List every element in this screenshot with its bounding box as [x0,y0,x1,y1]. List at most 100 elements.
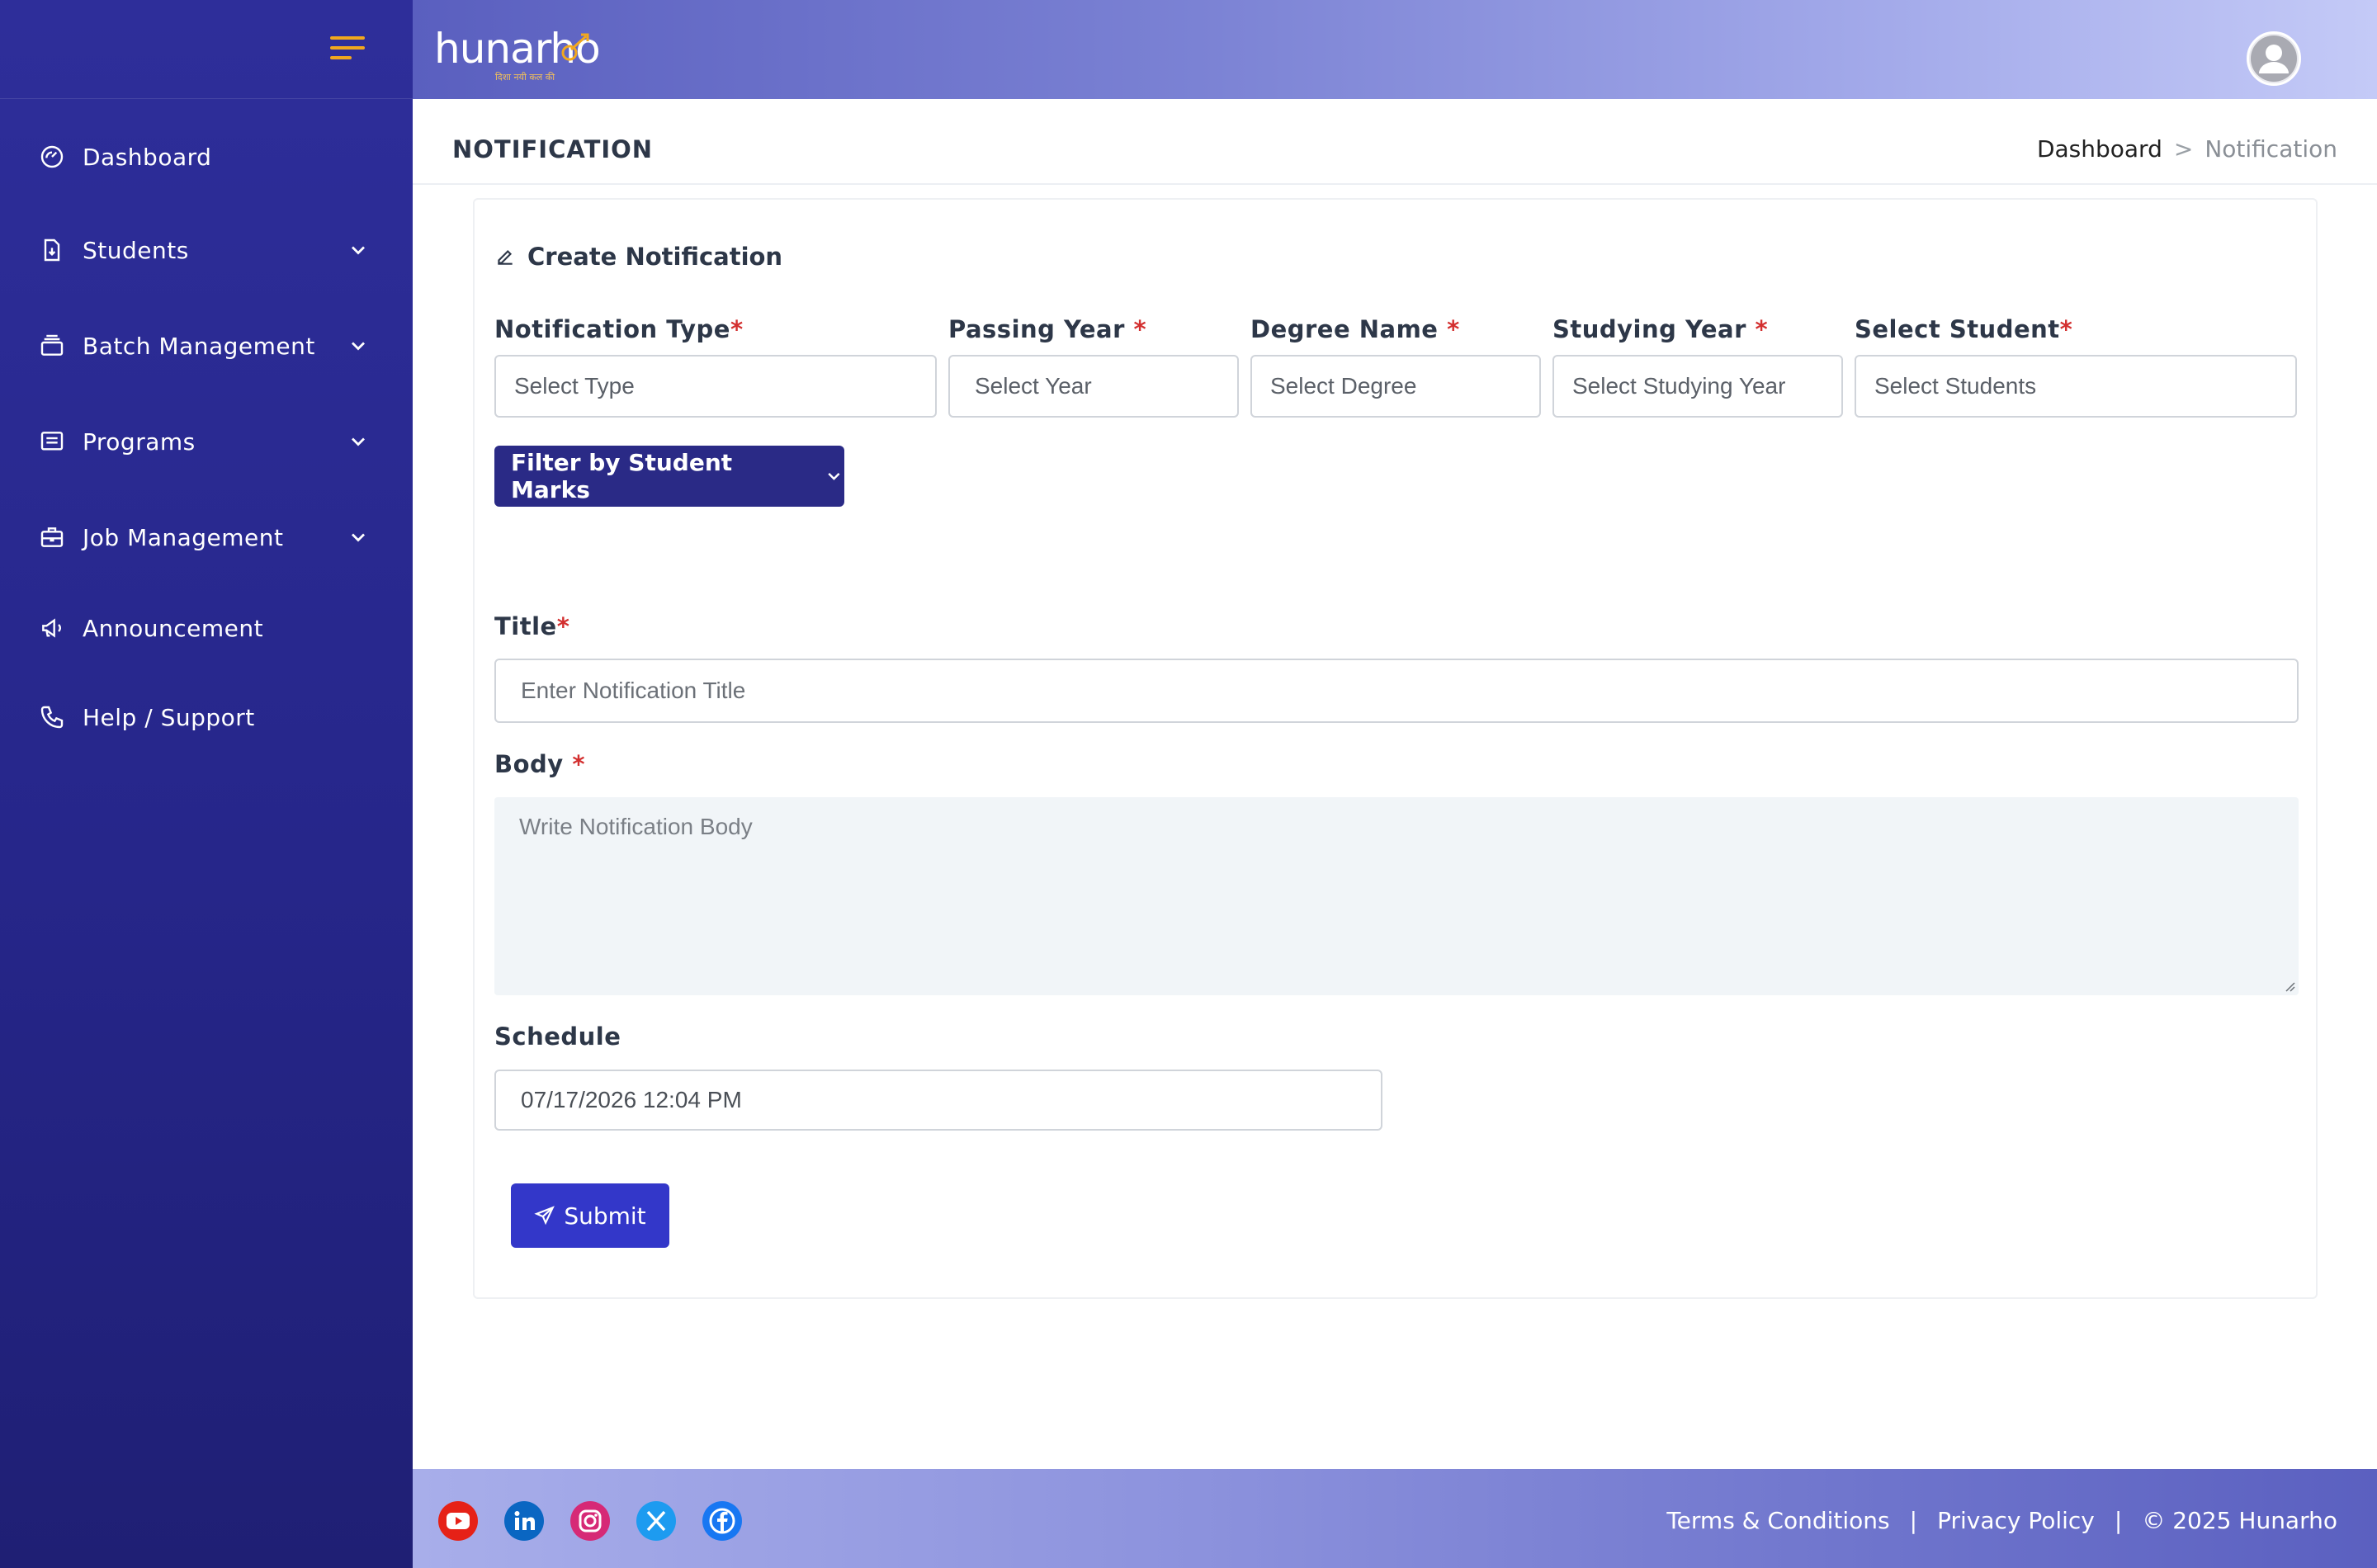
footer: Terms & Conditions | Privacy Policy | © … [413,1469,2377,1568]
user-icon [2251,35,2297,82]
chevron-down-icon [828,473,840,480]
x-icon[interactable] [636,1500,677,1542]
sidebar-header [0,0,413,99]
facebook-icon[interactable] [702,1500,743,1542]
sidebar-item-label: Programs [83,427,196,456]
logo-mark-icon [561,33,589,61]
required-mark: * [1133,315,1147,343]
select-placeholder: Select Studying Year [1572,373,1786,399]
degree-name-select[interactable]: Select Degree [1250,355,1541,418]
footer-links: Terms & Conditions | Privacy Policy | © … [1666,1507,2337,1534]
copyright-text: © 2025 Hunarho [2142,1507,2337,1534]
terms-link[interactable]: Terms & Conditions [1666,1507,1889,1534]
card-title: Create Notification [494,243,782,271]
sidebar-item-help-support[interactable]: Help / Support [0,680,413,754]
breadcrumb-current: Notification [2205,135,2337,163]
briefcase-icon [38,523,66,551]
submit-button-label: Submit [564,1202,646,1230]
filter-by-marks-button[interactable]: Filter by Student Marks [494,446,844,507]
required-mark: * [2059,315,2073,343]
required-mark: * [556,612,570,640]
required-mark: * [572,750,585,778]
card-title-text: Create Notification [527,243,783,271]
resize-handle-icon[interactable] [2282,979,2295,992]
send-icon [534,1206,555,1226]
studying-year-label: Studying Year * [1552,315,1768,343]
privacy-link[interactable]: Privacy Policy [1937,1507,2095,1534]
sidebar-item-programs[interactable]: Programs [0,404,413,479]
breadcrumb-separator: > [2173,135,2194,163]
passing-year-select[interactable]: Select Year [948,355,1239,418]
phone-icon [38,703,66,731]
sidebar-item-label: Students [83,236,189,264]
input-placeholder: Enter Notification Title [521,678,746,703]
title-input[interactable]: Enter Notification Title [494,659,2299,723]
sidebar-item-label: Batch Management [83,332,315,360]
body-textarea[interactable]: Write Notification Body [494,797,2299,995]
top-header: hunarho दिशा नयी कल की [413,0,2377,99]
linkedin-icon[interactable] [503,1500,545,1542]
select-student-label: Select Student* [1855,315,2072,343]
youtube-icon[interactable] [437,1500,479,1542]
schedule-datetime-input[interactable]: 07/17/2026 12:04 PM [494,1070,1382,1131]
chevron-down-icon [347,526,370,549]
label-text: Title [494,612,557,640]
user-avatar[interactable] [2247,31,2301,86]
required-mark: * [730,315,744,343]
file-download-icon [38,236,66,264]
gauge-icon [38,143,66,171]
select-placeholder: Select Students [1874,373,2037,399]
layers-icon [38,332,66,360]
label-text: Body [494,750,564,778]
sidebar-item-job-management[interactable]: Job Management [0,500,413,574]
select-placeholder: Select Degree [1270,373,1417,399]
breadcrumb-home-link[interactable]: Dashboard [2037,135,2162,163]
edit-pencil-icon [498,249,513,265]
degree-name-label: Degree Name * [1250,315,1460,343]
required-mark: * [1447,315,1460,343]
sidebar-item-dashboard[interactable]: Dashboard [0,120,413,194]
sidebar: Dashboard Students Batch Management Prog… [0,0,413,1568]
instagram-icon[interactable] [569,1500,611,1542]
label-text: Studying Year [1552,315,1746,343]
chevron-down-icon [347,239,370,262]
app-logo[interactable]: hunarho दिशा नयी कल की [434,25,601,83]
select-placeholder: Select Type [514,373,635,399]
label-text: Notification Type [494,315,730,343]
passing-year-label: Passing Year * [948,315,1146,343]
sidebar-item-label: Dashboard [83,143,212,171]
page-title-bar: NOTIFICATION Dashboard > Notification [413,99,2377,185]
select-student-select[interactable]: Select Students [1855,355,2297,418]
submit-button[interactable]: Submit [511,1183,669,1248]
social-links [437,1500,743,1542]
studying-year-select[interactable]: Select Studying Year [1552,355,1843,418]
notification-form-card: Create Notification Notification Type* S… [473,198,2318,1299]
page-title: NOTIFICATION [452,135,654,163]
textarea-placeholder: Write Notification Body [519,814,753,839]
filter-button-label: Filter by Student Marks [511,449,733,503]
notification-type-label: Notification Type* [494,315,744,343]
notification-type-select[interactable]: Select Type [494,355,937,418]
sidebar-item-students[interactable]: Students [0,213,413,287]
logo-tagline: दिशा नयी कल की [495,72,555,83]
sidebar-item-label: Announcement [83,614,264,642]
title-label: Title* [494,612,569,640]
megaphone-icon [38,614,66,642]
required-mark: * [1755,315,1769,343]
body-label: Body * [494,750,585,778]
schedule-label: Schedule [494,1023,621,1051]
label-text: Degree Name [1250,315,1439,343]
chevron-down-icon [347,334,370,357]
label-text: Passing Year [948,315,1125,343]
sidebar-item-label: Help / Support [83,703,255,731]
select-placeholder: Select Year [975,373,1092,399]
label-text: Select Student [1855,315,2060,343]
list-box-icon [38,427,66,456]
sidebar-item-announcement[interactable]: Announcement [0,591,413,665]
menu-toggle-icon[interactable] [330,33,365,63]
chevron-down-icon [347,430,370,453]
breadcrumb: Dashboard > Notification [2037,135,2337,163]
sidebar-item-batch-management[interactable]: Batch Management [0,309,413,383]
schedule-value: 07/17/2026 12:04 PM [521,1087,742,1112]
sidebar-item-label: Job Management [83,523,284,551]
